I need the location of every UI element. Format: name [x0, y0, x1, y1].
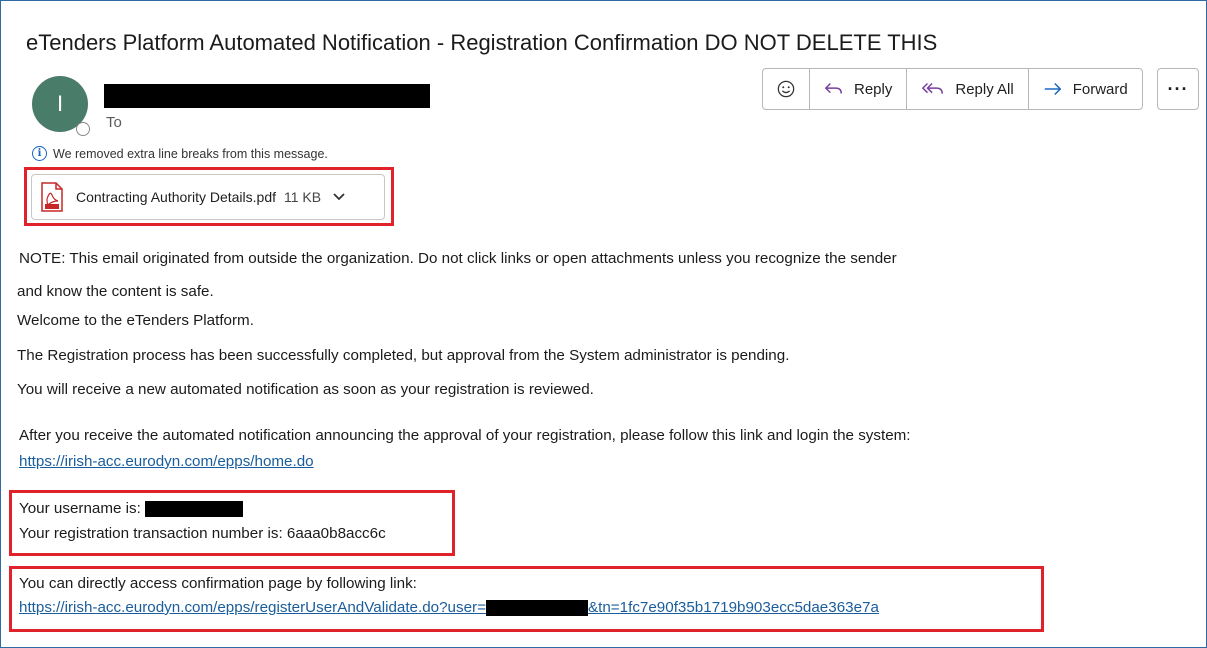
info-message: We removed extra line breaks from this m…: [53, 146, 328, 161]
after-approval-text: After you receive the automated notifica…: [19, 427, 911, 444]
smiley-icon: [777, 80, 795, 98]
email-subject: eTenders Platform Automated Notification…: [26, 30, 938, 55]
username-redacted: [145, 500, 244, 517]
reply-all-icon: [922, 82, 944, 94]
reply-label: Reply: [854, 80, 893, 98]
sender-name-redacted: [104, 84, 430, 108]
registration-status-text: The Registration process has been succes…: [17, 347, 790, 364]
user-param-redacted: [485, 599, 588, 616]
username-label: Your username is:: [19, 500, 141, 517]
more-icon: ···: [1167, 78, 1189, 99]
home-link[interactable]: https://irish-acc.eurodyn.com/epps/home.…: [19, 453, 314, 470]
forward-label: Forward: [1072, 80, 1128, 98]
forward-icon: [1044, 83, 1062, 95]
reply-icon: [824, 83, 842, 94]
avatar-initial: I: [56, 91, 64, 116]
chevron-down-icon[interactable]: [333, 192, 345, 202]
reply-all-button[interactable]: Reply All: [907, 69, 1029, 109]
username-line: Your username is:: [19, 500, 244, 517]
confirmation-link-suffix[interactable]: &tn=1fc7e90f35b1719b903ecc5dae363e7a: [588, 599, 879, 616]
pdf-icon: [41, 182, 63, 212]
message-actions-toolbar: Reply Reply All Forward: [762, 68, 1143, 110]
welcome-text: Welcome to the eTenders Platform.: [17, 312, 254, 329]
reply-button[interactable]: Reply: [810, 69, 908, 109]
confirmation-link-line[interactable]: https://irish-acc.eurodyn.com/epps/regis…: [19, 599, 879, 616]
review-notice-text: You will receive a new automated notific…: [17, 381, 594, 398]
info-icon: i: [32, 146, 47, 161]
presence-status-icon: [76, 122, 90, 136]
confirmation-link-prefix[interactable]: https://irish-acc.eurodyn.com/epps/regis…: [19, 599, 486, 616]
more-actions-button[interactable]: ···: [1157, 68, 1199, 110]
attachment-filename: Contracting Authority Details.pdf: [76, 189, 276, 205]
reply-all-label: Reply All: [955, 80, 1014, 98]
external-note-line2: and know the content is safe.: [17, 283, 214, 300]
to-label[interactable]: To: [106, 114, 122, 131]
transaction-number-line: Your registration transaction number is:…: [19, 525, 386, 542]
attachment-card[interactable]: Contracting Authority Details.pdf 11 KB: [31, 174, 385, 220]
attachment-size: 11 KB: [284, 189, 322, 205]
react-button[interactable]: [763, 69, 810, 109]
info-banner: i We removed extra line breaks from this…: [32, 146, 328, 161]
direct-access-text: You can directly access confirmation pag…: [19, 575, 417, 592]
forward-button[interactable]: Forward: [1029, 69, 1142, 109]
external-note-line1: NOTE: This email originated from outside…: [19, 250, 897, 267]
